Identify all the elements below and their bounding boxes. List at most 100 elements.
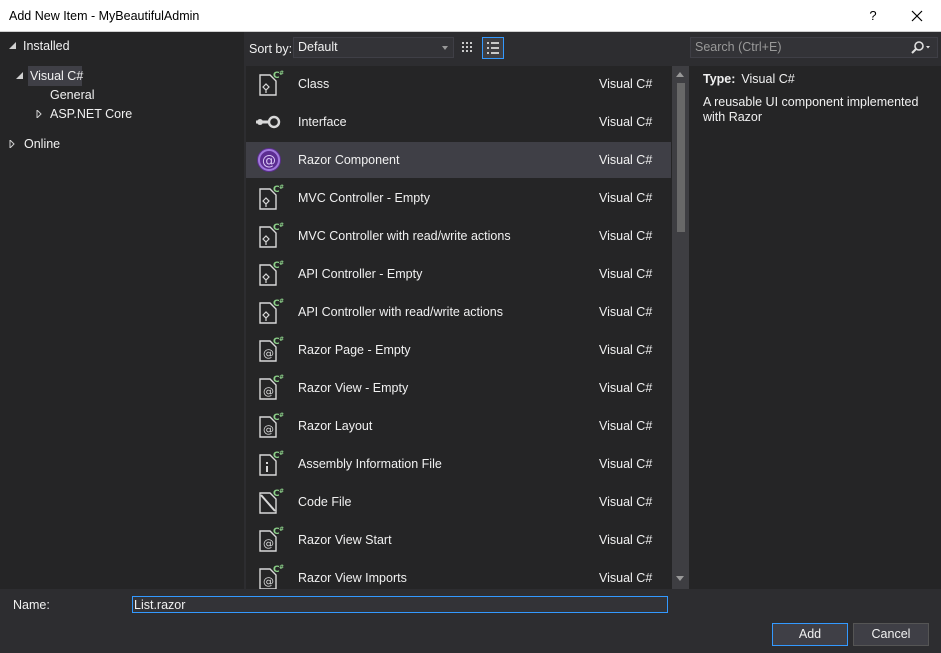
- type-value: Visual C#: [741, 72, 794, 86]
- svg-text:#: #: [279, 412, 284, 419]
- list-item-name: Razor View Start: [298, 533, 392, 547]
- template-tree: Installed Visual C# General ASP.NET Core…: [0, 32, 244, 589]
- search-icon[interactable]: [911, 40, 931, 56]
- csharp-file-icon: C#: [254, 297, 284, 327]
- list-item[interactable]: C#ClassVisual C#: [246, 66, 671, 102]
- svg-text:@: @: [262, 153, 276, 169]
- svg-text:#: #: [279, 260, 284, 267]
- svg-text:#: #: [279, 184, 284, 191]
- sort-by-value: Default: [298, 40, 338, 54]
- name-input[interactable]: [132, 596, 668, 613]
- search-box[interactable]: Search (Ctrl+E): [690, 37, 938, 58]
- svg-text:#: #: [279, 222, 284, 229]
- list-item[interactable]: C# Assembly Information File Visual C#: [246, 446, 671, 482]
- svg-text:#: #: [279, 298, 284, 305]
- toolbar: Sort by: Default Search (Ctrl+E): [244, 32, 941, 66]
- grid-view-button[interactable]: [457, 37, 479, 59]
- list-item[interactable]: @ Razor Component Visual C#: [246, 142, 671, 178]
- tree-node-visual-csharp[interactable]: Visual C#: [28, 66, 82, 86]
- list-item-name: Assembly Information File: [298, 457, 442, 471]
- blazor-icon: @: [254, 145, 284, 175]
- list-view-icon: [483, 38, 503, 58]
- list-item-language: Visual C#: [599, 115, 652, 129]
- tree-node-installed[interactable]: Installed: [0, 36, 244, 56]
- expanded-arrow-icon: [9, 42, 17, 50]
- list-item-language: Visual C#: [599, 343, 652, 357]
- tree-node-general[interactable]: General: [50, 85, 94, 105]
- csharp-file-icon: C#: [254, 221, 284, 251]
- list-item-name: API Controller with read/write actions: [298, 305, 503, 319]
- cancel-button[interactable]: Cancel: [853, 623, 929, 646]
- tree-node-online[interactable]: Online: [0, 134, 244, 154]
- list-item[interactable]: C#Code FileVisual C#: [246, 484, 671, 520]
- list-item-name: Razor Component: [298, 153, 399, 167]
- tree-label-installed: Installed: [23, 36, 70, 56]
- svg-text:#: #: [279, 70, 284, 77]
- list-item-language: Visual C#: [599, 305, 652, 319]
- add-button[interactable]: Add: [772, 623, 848, 646]
- list-item-name: Razor Page - Empty: [298, 343, 411, 357]
- list-item-name: MVC Controller with read/write actions: [298, 229, 511, 243]
- list-item-language: Visual C#: [599, 77, 652, 91]
- svg-text:#: #: [279, 336, 284, 343]
- list-item-language: Visual C#: [599, 495, 652, 509]
- razor-file-icon: @C#: [254, 525, 284, 555]
- list-item[interactable]: C#MVC Controller - EmptyVisual C#: [246, 180, 671, 216]
- razor-file-icon: @C#: [254, 335, 284, 365]
- list-item[interactable]: C# API Controller with read/write actions…: [246, 294, 671, 330]
- window-title: Add New Item - MyBeautifulAdmin: [9, 9, 199, 23]
- svg-text:@: @: [263, 537, 274, 550]
- list-item-language: Visual C#: [599, 533, 652, 547]
- details-pane: Type: Visual C# A reusable UI component i…: [689, 66, 941, 589]
- razor-file-icon: @C#: [254, 373, 284, 403]
- csharp-file-icon: C#: [254, 183, 284, 213]
- tree-label-general: General: [50, 88, 94, 102]
- list-item-name: Razor View - Empty: [298, 381, 408, 395]
- list-item[interactable]: @C# Razor Page - Empty Visual C#: [246, 332, 671, 368]
- grid-view-icon: [457, 37, 479, 59]
- interface-icon: [254, 107, 284, 137]
- expanded-arrow-icon[interactable]: [16, 72, 24, 80]
- scrollbar-thumb[interactable]: [677, 83, 685, 232]
- help-button[interactable]: ?: [858, 4, 888, 28]
- list-item-language: Visual C#: [599, 267, 652, 281]
- razor-file-icon: @C#: [254, 411, 284, 441]
- type-row: Type: Visual C#: [703, 72, 927, 86]
- list-item[interactable]: Interface Visual C#: [246, 104, 671, 140]
- svg-text:@: @: [263, 385, 274, 398]
- code-file-icon: C#: [254, 487, 284, 517]
- list-item-language: Visual C#: [599, 419, 652, 433]
- list-item[interactable]: @C#Razor View ImportsVisual C#: [246, 560, 671, 589]
- list-item-language: Visual C#: [599, 191, 652, 205]
- name-label: Name:: [13, 598, 50, 612]
- list-item[interactable]: @C#Razor LayoutVisual C#: [246, 408, 671, 444]
- list-view-button[interactable]: [482, 37, 504, 59]
- scroll-down-icon[interactable]: [676, 576, 684, 581]
- info-file-icon: C#: [254, 449, 284, 479]
- close-button[interactable]: [902, 4, 932, 28]
- sort-by-dropdown[interactable]: Default: [293, 37, 454, 58]
- title-bar: Add New Item - MyBeautifulAdmin ?: [0, 0, 941, 32]
- collapsed-arrow-icon: [9, 140, 17, 148]
- list-item[interactable]: C# MVC Controller with read/write actions…: [246, 218, 671, 254]
- chevron-down-icon: [442, 46, 448, 50]
- svg-text:#: #: [279, 488, 284, 495]
- csharp-file-icon: C#: [254, 259, 284, 289]
- list-item-language: Visual C#: [599, 457, 652, 471]
- csharp-file-icon: C#: [254, 69, 284, 99]
- list-item-language: Visual C#: [599, 381, 652, 395]
- svg-text:#: #: [279, 450, 284, 457]
- tree-node-aspnet-core[interactable]: ASP.NET Core: [34, 104, 234, 124]
- sort-by-label: Sort by:: [249, 42, 292, 56]
- close-icon: [902, 4, 932, 28]
- template-description: A reusable UI component implemented with…: [703, 95, 927, 125]
- list-item-language: Visual C#: [599, 153, 652, 167]
- scroll-up-icon[interactable]: [676, 72, 684, 77]
- type-label: Type:: [703, 72, 735, 86]
- list-item[interactable]: @C# Razor View Start Visual C#: [246, 522, 671, 558]
- list-item-name: Interface: [298, 115, 347, 129]
- list-item[interactable]: @C# Razor View - Empty Visual C#: [246, 370, 671, 406]
- collapsed-arrow-icon: [36, 110, 44, 118]
- list-item[interactable]: C#API Controller - EmptyVisual C#: [246, 256, 671, 292]
- list-scrollbar[interactable]: [672, 66, 689, 589]
